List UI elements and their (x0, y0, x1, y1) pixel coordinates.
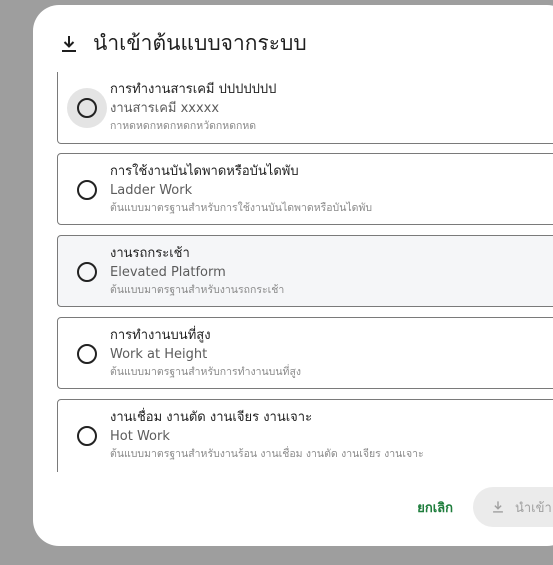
template-card-elevated-platform[interactable]: งานรถกระเช้า Elevated Platform ต้นแบบมาต… (57, 235, 553, 307)
template-name-en: งานสารเคมี xxxxx (110, 101, 220, 116)
template-name-en: Work at Height (110, 347, 208, 362)
template-list[interactable]: การทำงานสารเคมี ปปปปปปป งานสารเคมี xxxxx… (57, 72, 553, 472)
template-radio[interactable] (67, 334, 107, 374)
template-description: กาหดหดกหดกหดกหวัดกหดกหด (110, 120, 257, 132)
import-template-dialog: นำเข้าต้นแบบจากระบบ การทำงานสารเคมี ปปปป… (33, 5, 553, 546)
template-name-th: การใช้งานบันไดพาดหรือบันไดพับ (110, 164, 299, 179)
template-description: ต้นแบบมาตรฐานสำหรับงานรถกระเช้า (110, 284, 285, 296)
template-description: ต้นแบบมาตรฐานสำหรับการทำงานบนที่สูง (110, 366, 301, 378)
template-card-ladder[interactable]: การใช้งานบันไดพาดหรือบันไดพับ Ladder Wor… (57, 153, 553, 225)
template-card-work-at-height[interactable]: การทำงานบนที่สูง Work at Height ต้นแบบมา… (57, 317, 553, 389)
template-name-en: Elevated Platform (110, 265, 226, 280)
download-icon (59, 34, 79, 54)
template-card-hot-work[interactable]: งานเชื่อม งานตัด งานเจียร งานเจาะ Hot Wo… (57, 399, 553, 472)
import-button[interactable]: นำเข้า (473, 487, 553, 527)
download-icon (491, 500, 505, 514)
dialog-footer: ยกเลิก นำเข้า (417, 487, 553, 527)
template-radio[interactable] (67, 252, 107, 292)
template-name-en: Ladder Work (110, 183, 193, 198)
dialog-header: นำเข้าต้นแบบจากระบบ (59, 27, 307, 60)
dialog-title: นำเข้าต้นแบบจากระบบ (93, 31, 307, 55)
template-description: ต้นแบบมาตรฐานสำหรับการใช้งานบันไดพาดหรือ… (110, 202, 373, 214)
template-card-chemical[interactable]: การทำงานสารเคมี ปปปปปปป งานสารเคมี xxxxx… (57, 72, 553, 144)
template-radio[interactable] (67, 88, 107, 128)
template-name-th: การทำงานสารเคมี ปปปปปปป (110, 82, 277, 97)
template-description: ต้นแบบมาตรฐานสำหรับงานร้อน งานเชื่อม งาน… (110, 448, 424, 460)
template-name-th: งานรถกระเช้า (110, 246, 190, 261)
cancel-button[interactable]: ยกเลิก (417, 497, 453, 518)
template-radio[interactable] (67, 170, 107, 210)
import-button-label: นำเข้า (515, 500, 552, 516)
template-radio[interactable] (67, 416, 107, 456)
template-name-en: Hot Work (110, 429, 170, 444)
template-name-th: การทำงานบนที่สูง (110, 328, 211, 343)
template-name-th: งานเชื่อม งานตัด งานเจียร งานเจาะ (110, 410, 313, 425)
